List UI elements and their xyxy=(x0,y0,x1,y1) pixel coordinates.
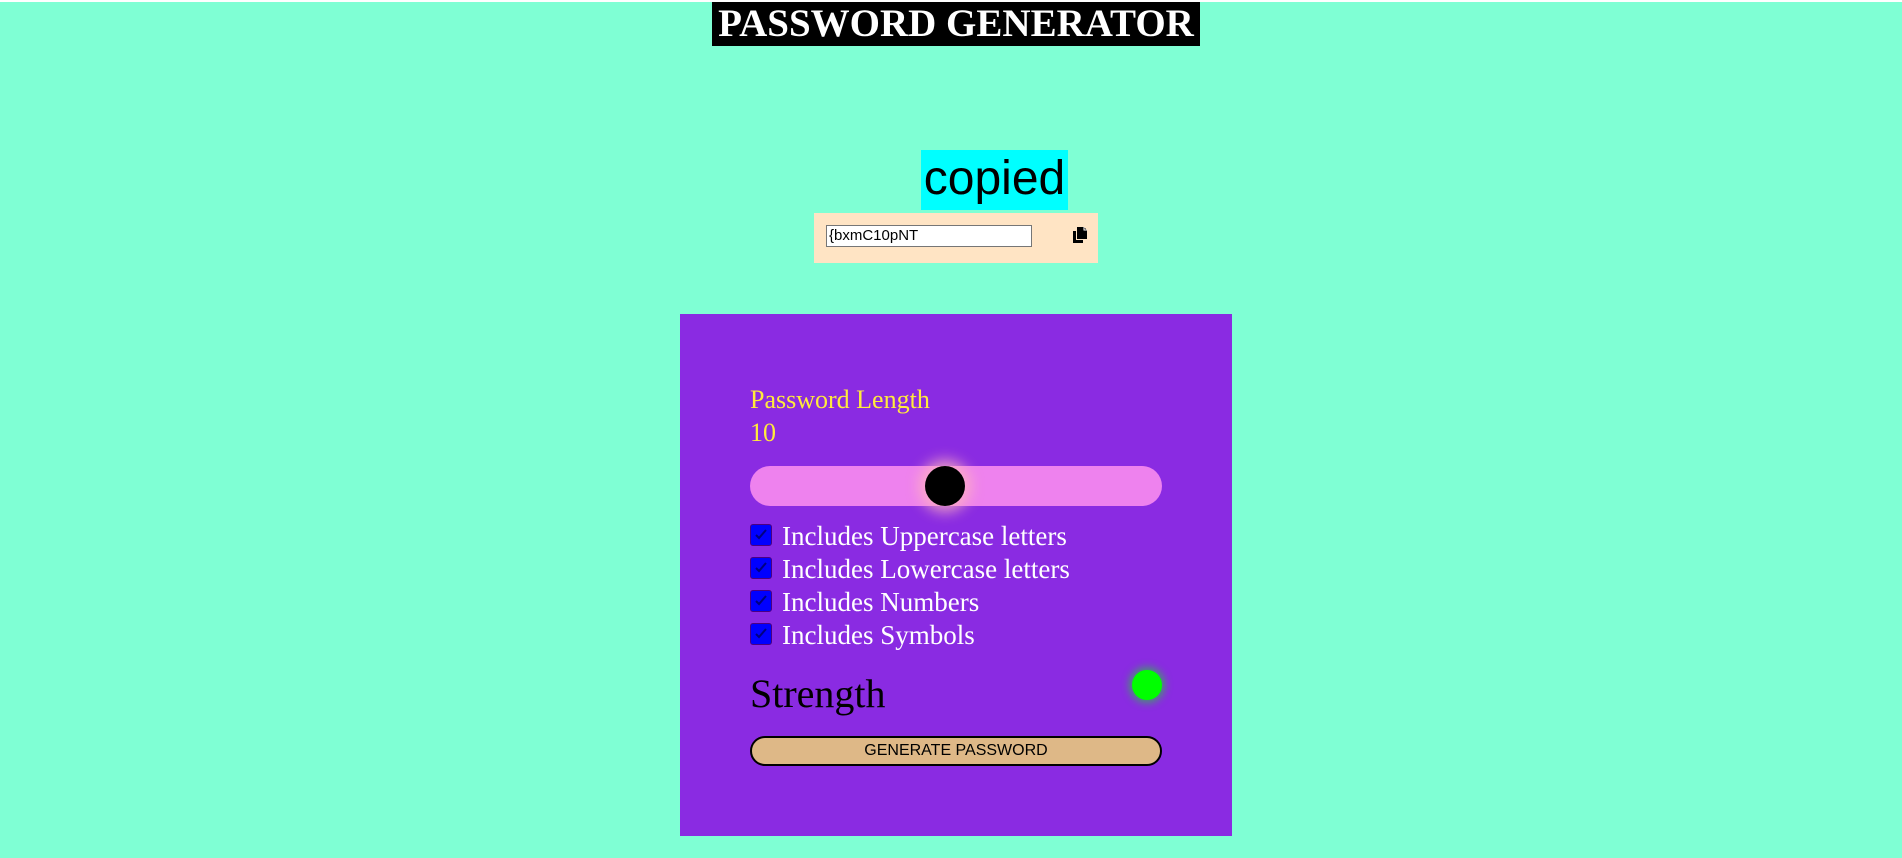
numbers-checkbox[interactable] xyxy=(750,590,772,612)
generator-panel: Password Length 10 Includes Uppercase le… xyxy=(680,314,1232,836)
strength-indicator xyxy=(1132,670,1162,700)
symbols-label: Includes Symbols xyxy=(782,620,975,650)
symbols-checkbox[interactable] xyxy=(750,623,772,645)
copy-icon xyxy=(1073,227,1087,243)
password-length-label: Password Length xyxy=(750,385,930,414)
check-icon xyxy=(755,529,767,540)
check-icon xyxy=(755,595,767,606)
lowercase-label: Includes Lowercase letters xyxy=(782,554,1070,584)
copied-message: copied xyxy=(921,150,1068,210)
password-length-value: 10 xyxy=(750,418,776,447)
length-slider-thumb[interactable] xyxy=(925,466,965,506)
numbers-label: Includes Numbers xyxy=(782,587,980,617)
copy-button[interactable] xyxy=(1070,225,1090,245)
strength-label: Strength xyxy=(750,671,886,716)
length-slider[interactable] xyxy=(750,466,1162,506)
lowercase-checkbox[interactable] xyxy=(750,557,772,579)
page-title: PASSWORD GENERATOR xyxy=(712,2,1200,46)
generate-password-button[interactable]: GENERATE PASSWORD xyxy=(750,736,1162,766)
password-display-field[interactable] xyxy=(826,225,1032,247)
uppercase-checkbox[interactable] xyxy=(750,524,772,546)
check-icon xyxy=(755,628,767,639)
check-icon xyxy=(755,562,767,573)
uppercase-label: Includes Uppercase letters xyxy=(782,521,1067,551)
password-display xyxy=(814,213,1098,263)
